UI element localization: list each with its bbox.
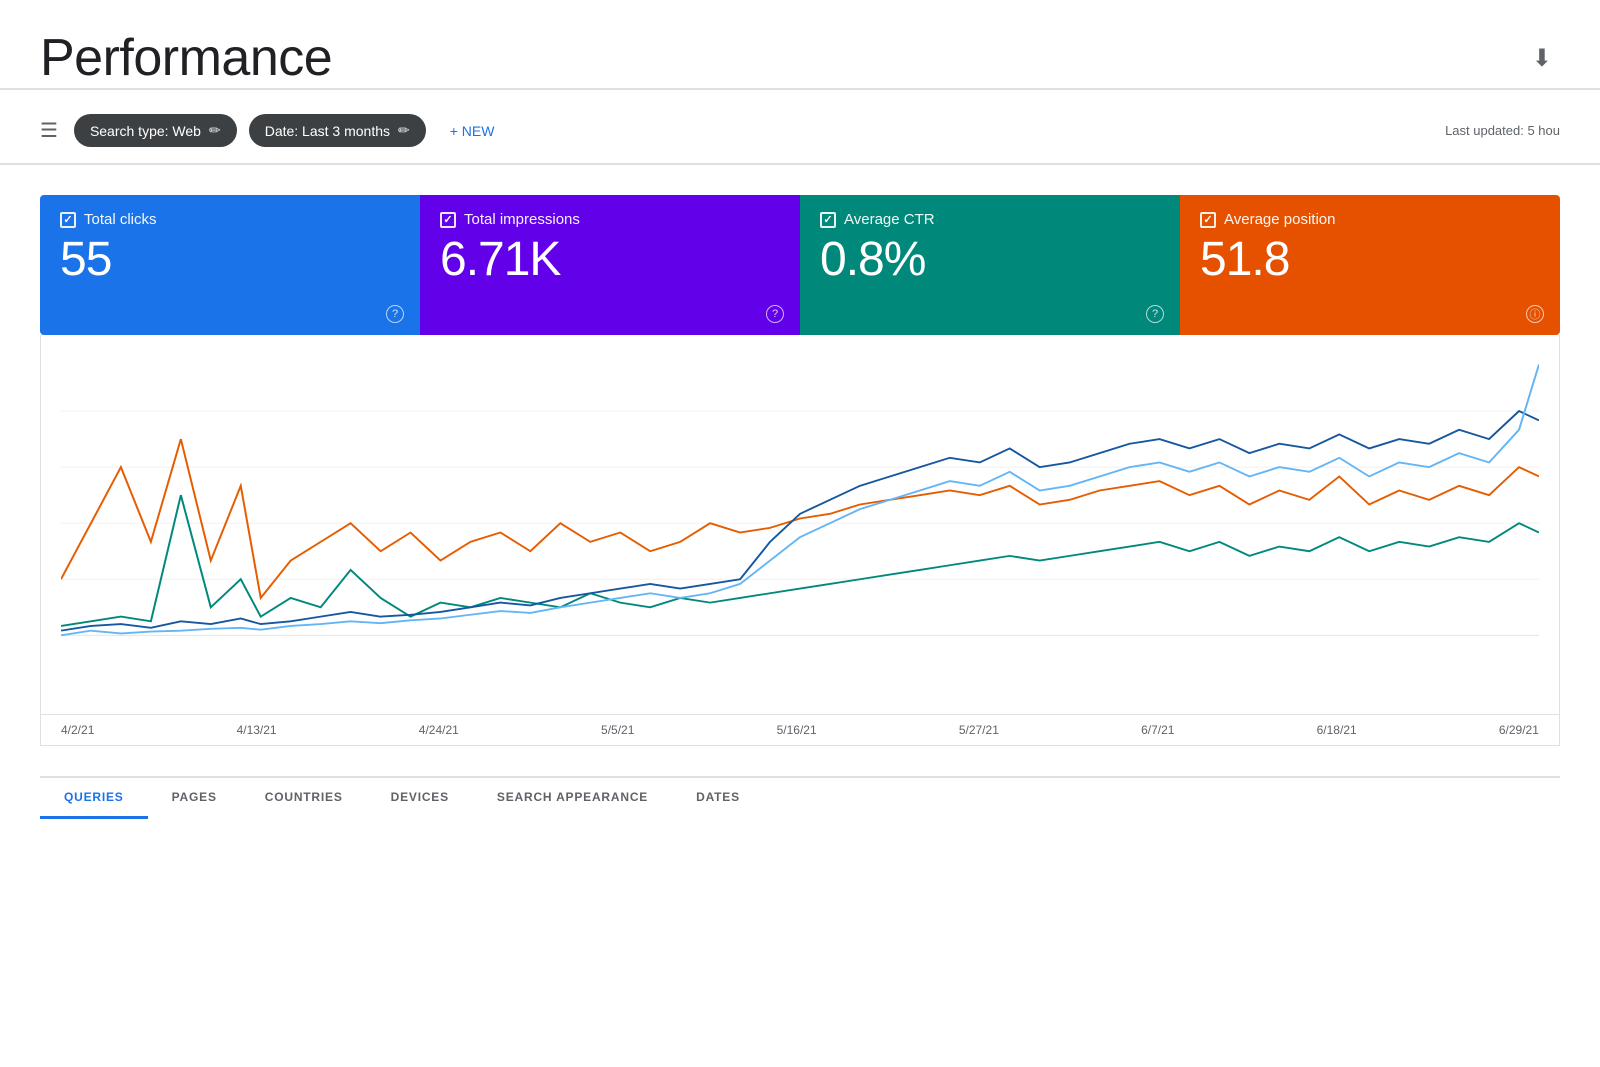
- date-label-5: 5/27/21: [959, 723, 999, 737]
- header: Performance ⬇: [0, 0, 1600, 88]
- date-label-4: 5/16/21: [777, 723, 817, 737]
- date-label-1: 4/13/21: [237, 723, 277, 737]
- new-button[interactable]: + NEW: [438, 115, 507, 147]
- search-type-filter[interactable]: Search type: Web ✏: [74, 114, 237, 147]
- metric-card-average-position[interactable]: Average position 51.8 ⓘ: [1180, 195, 1560, 335]
- metric-label-clicks: Total clicks: [84, 211, 157, 228]
- bottom-tabs: QUERIES PAGES COUNTRIES DEVICES SEARCH A…: [40, 776, 1560, 819]
- date-label-7: 6/18/21: [1317, 723, 1357, 737]
- metric-card-total-clicks[interactable]: Total clicks 55 ?: [40, 195, 420, 335]
- date-label: Date: Last 3 months: [265, 123, 390, 139]
- date-filter[interactable]: Date: Last 3 months ✏: [249, 114, 426, 147]
- metric-checkbox-position: [1200, 212, 1216, 228]
- metric-help-impressions[interactable]: ?: [766, 305, 784, 323]
- dark-blue-line: [61, 411, 1539, 631]
- metric-checkbox-ctr: [820, 212, 836, 228]
- metric-card-total-impressions[interactable]: Total impressions 6.71K ?: [420, 195, 800, 335]
- metric-label-row-impressions: Total impressions: [440, 211, 780, 228]
- page-container: Performance ⬇ ☰ Search type: Web ✏ Date:…: [0, 0, 1600, 1067]
- metric-value-clicks: 55: [60, 236, 400, 284]
- filter-icon[interactable]: ☰: [40, 118, 58, 143]
- tab-search-appearance[interactable]: SEARCH APPEARANCE: [473, 778, 672, 819]
- performance-chart: [61, 355, 1539, 654]
- metric-checkbox-clicks: [60, 212, 76, 228]
- metric-value-position: 51.8: [1200, 236, 1540, 284]
- search-type-label: Search type: Web: [90, 123, 201, 139]
- metrics-row: Total clicks 55 ? Total impressions 6.71…: [40, 195, 1560, 335]
- metric-help-clicks[interactable]: ?: [386, 305, 404, 323]
- date-label-3: 5/5/21: [601, 723, 634, 737]
- metric-help-position[interactable]: ⓘ: [1526, 305, 1544, 323]
- last-updated: Last updated: 5 hou: [1445, 123, 1560, 138]
- chart-container: [40, 335, 1560, 715]
- filter-bar: ☰ Search type: Web ✏ Date: Last 3 months…: [0, 90, 1600, 165]
- tab-countries[interactable]: COUNTRIES: [241, 778, 367, 819]
- download-icon[interactable]: ⬇: [1524, 36, 1560, 81]
- metric-label-position: Average position: [1224, 211, 1335, 228]
- metric-card-average-ctr[interactable]: Average CTR 0.8% ?: [800, 195, 1180, 335]
- date-label-2: 4/24/21: [419, 723, 459, 737]
- metric-value-impressions: 6.71K: [440, 236, 780, 284]
- metric-help-ctr[interactable]: ?: [1146, 305, 1164, 323]
- orange-line: [61, 439, 1539, 598]
- metric-label-row-ctr: Average CTR: [820, 211, 1160, 228]
- date-label-6: 6/7/21: [1141, 723, 1174, 737]
- search-type-edit-icon: ✏: [209, 122, 221, 139]
- metric-checkbox-impressions: [440, 212, 456, 228]
- date-edit-icon: ✏: [398, 122, 410, 139]
- tab-queries[interactable]: QUERIES: [40, 778, 148, 819]
- tab-dates[interactable]: DATES: [672, 778, 764, 819]
- page-title: Performance: [40, 28, 332, 88]
- light-blue-line: [61, 364, 1539, 635]
- date-labels-row: 4/2/21 4/13/21 4/24/21 5/5/21 5/16/21 5/…: [40, 715, 1560, 746]
- date-label-0: 4/2/21: [61, 723, 94, 737]
- tab-devices[interactable]: DEVICES: [367, 778, 473, 819]
- tab-pages[interactable]: PAGES: [148, 778, 241, 819]
- metric-label-row-clicks: Total clicks: [60, 211, 400, 228]
- metric-label-ctr: Average CTR: [844, 211, 935, 228]
- metric-label-impressions: Total impressions: [464, 211, 580, 228]
- metric-value-ctr: 0.8%: [820, 236, 1160, 284]
- metric-label-row-position: Average position: [1200, 211, 1540, 228]
- date-label-8: 6/29/21: [1499, 723, 1539, 737]
